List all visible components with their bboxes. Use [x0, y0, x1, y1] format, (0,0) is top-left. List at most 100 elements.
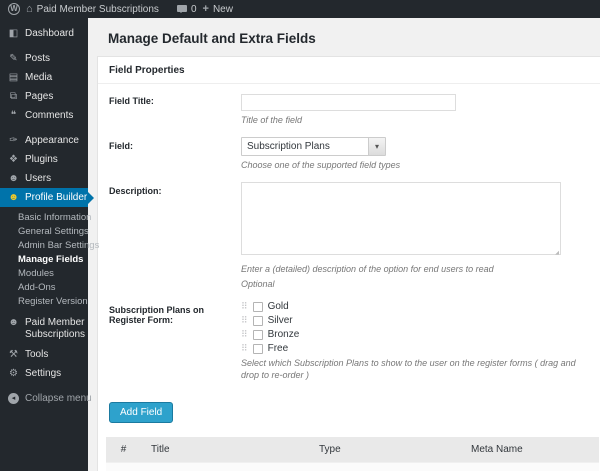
sidebar-item-posts[interactable]: ✎ Posts [0, 49, 88, 68]
sidebar-item-label: Media [25, 72, 53, 83]
sidebar-item-label: Comments [25, 110, 74, 121]
drag-handle-icon[interactable]: ⠿ [241, 302, 248, 311]
field-type-label: Field: [109, 141, 133, 151]
field-properties-box: Field Properties Field Title: Title of t… [97, 56, 600, 471]
submenu-item-register-version[interactable]: Register Version [0, 294, 88, 308]
add-field-button[interactable]: Add Field [109, 402, 174, 423]
plan-option-bronze: ⠿ Bronze [241, 329, 589, 340]
sidebar-item-profile-builder[interactable]: ☻ Profile Builder [0, 188, 94, 207]
sidebar-item-label: Paid Member Subscriptions [25, 317, 86, 340]
column-header-type: Type [309, 437, 461, 463]
sidebar-item-label: Tools [25, 349, 49, 360]
field-properties-heading: Field Properties [98, 57, 600, 84]
sidebar-item-comments[interactable]: ❝ Comments [0, 106, 88, 125]
checkbox-label: Silver [267, 315, 293, 326]
checkbox-label: Bronze [267, 329, 300, 340]
column-header-meta-name: Meta Name [461, 437, 599, 463]
sidebar-item-dashboard[interactable]: ◧ Dashboard [0, 24, 88, 43]
submenu-item-general-settings[interactable]: General Settings [0, 224, 89, 238]
admin-bar: W ⌂ Paid Member Subscriptions 0 + New [0, 0, 600, 18]
appearance-icon: ✑ [9, 135, 18, 146]
comments-icon: ❝ [10, 110, 17, 121]
sidebar-item-label: Posts [25, 53, 51, 64]
sidebar-item-label: Profile Builder [25, 192, 88, 203]
submenu-item-manage-fields[interactable]: Manage Fields [0, 252, 88, 266]
sidebar-item-pages[interactable]: ⧉ Pages [0, 87, 88, 106]
cell-title: Name [141, 462, 309, 471]
checkbox-label: Gold [267, 301, 289, 312]
subscription-plans-helper: Select which Subscription Plans to show … [241, 358, 576, 380]
subscription-plans-label: Subscription Plans on Register Form: [109, 305, 205, 325]
new-label: New [212, 3, 233, 15]
description-textarea[interactable] [241, 182, 561, 255]
sidebar-item-label: Appearance [25, 135, 79, 146]
submenu-item-modules[interactable]: Modules [0, 266, 88, 280]
sidebar-item-paid-member-subscriptions[interactable]: ☻ Paid Member Subscriptions [0, 313, 88, 345]
description-row: Description: Enter a (detailed) descript… [109, 182, 589, 290]
collapse-menu-button[interactable]: ◂ Collapse menu [0, 389, 92, 408]
site-name-menu[interactable]: ⌂ Paid Member Subscriptions [26, 2, 159, 15]
sidebar-item-label: Dashboard [25, 28, 74, 39]
sidebar-item-media[interactable]: ▤ Media [0, 68, 88, 87]
submenu-item-basic-information[interactable]: Basic Information [0, 210, 91, 224]
drag-handle-icon[interactable]: ⠿ [241, 330, 248, 339]
free-checkbox[interactable] [252, 343, 263, 354]
table-row[interactable]: 1 Name Default - Name (Heading) [106, 462, 599, 471]
chevron-down-icon: ▾ [368, 138, 385, 155]
pages-icon: ⧉ [9, 91, 18, 102]
media-icon: ▤ [8, 72, 19, 83]
wp-logo-menu[interactable]: W [8, 3, 20, 15]
posts-icon: ✎ [9, 53, 18, 64]
plan-option-gold: ⠿ Gold [241, 301, 589, 312]
drag-handle-icon[interactable]: ⠿ [241, 344, 248, 353]
comments-bubble-icon [176, 5, 187, 13]
gold-checkbox[interactable] [252, 301, 263, 312]
field-type-select[interactable]: Subscription Plans ▾ [241, 137, 386, 156]
plan-option-silver: ⠿ Silver [241, 315, 589, 326]
sidebar-item-tools[interactable]: ⚒ Tools [0, 345, 88, 364]
comments-menu[interactable]: 0 [176, 3, 197, 15]
paid-member-subscriptions-icon: ☻ [8, 317, 19, 328]
dashboard-icon: ◧ [8, 28, 19, 39]
sidebar-item-label: Plugins [25, 154, 58, 165]
admin-sidebar: ◧ Dashboard ✎ Posts ▤ Media ⧉ Pages ❝ Co… [0, 18, 99, 471]
new-content-menu[interactable]: + New [203, 3, 233, 15]
page-title: Manage Default and Extra Fields [108, 31, 316, 46]
site-name-label: Paid Member Subscriptions [36, 3, 159, 15]
submenu-item-add-ons[interactable]: Add-Ons [0, 280, 88, 294]
cell-num: 1 [106, 462, 141, 471]
profile-builder-submenu: Basic Information General Settings Admin… [0, 207, 99, 313]
field-title-input[interactable] [241, 94, 456, 111]
sidebar-item-settings[interactable]: ⚙ Settings [0, 364, 88, 383]
bronze-checkbox[interactable] [252, 329, 263, 340]
sidebar-item-label: Users [25, 173, 52, 184]
description-optional-helper: Optional [241, 279, 275, 289]
fields-table: # Title Type Meta Name 1 Name Default - … [106, 437, 599, 471]
submenu-item-admin-bar-settings[interactable]: Admin Bar Settings [0, 238, 99, 252]
sidebar-item-label: Pages [25, 91, 54, 102]
tools-icon: ⚒ [9, 349, 18, 360]
description-label: Description: [109, 186, 162, 196]
sidebar-item-plugins[interactable]: ❖ Plugins [0, 150, 88, 169]
sidebar-item-appearance[interactable]: ✑ Appearance [0, 131, 88, 150]
column-header-title: Title [141, 437, 309, 463]
drag-handle-icon[interactable]: ⠿ [241, 316, 248, 325]
field-type-selected-value: Subscription Plans [247, 141, 330, 152]
silver-checkbox[interactable] [252, 315, 263, 326]
home-icon: ⌂ [26, 2, 33, 15]
sidebar-item-label: Collapse menu [25, 393, 92, 404]
subscription-plans-row: Subscription Plans on Register Form: ⠿ G… [109, 301, 589, 381]
checkbox-label: Free [267, 343, 289, 354]
table-header-row: # Title Type Meta Name [106, 437, 599, 463]
main-content: Manage Default and Extra Fields Field Pr… [88, 18, 600, 471]
sidebar-item-users[interactable]: ☻ Users [0, 169, 88, 188]
comments-count: 0 [190, 3, 197, 15]
profile-builder-icon: ☻ [8, 192, 19, 203]
field-type-row: Field: Subscription Plans ▾ Choose one o… [109, 137, 589, 171]
collapse-arrow-icon: ◂ [8, 393, 19, 404]
field-title-row: Field Title: Title of the field [109, 92, 589, 126]
users-icon: ☻ [8, 173, 19, 184]
wordpress-logo-icon: W [8, 3, 20, 15]
field-title-helper: Title of the field [241, 115, 302, 125]
description-helper: Enter a (detailed) description of the op… [241, 264, 494, 274]
